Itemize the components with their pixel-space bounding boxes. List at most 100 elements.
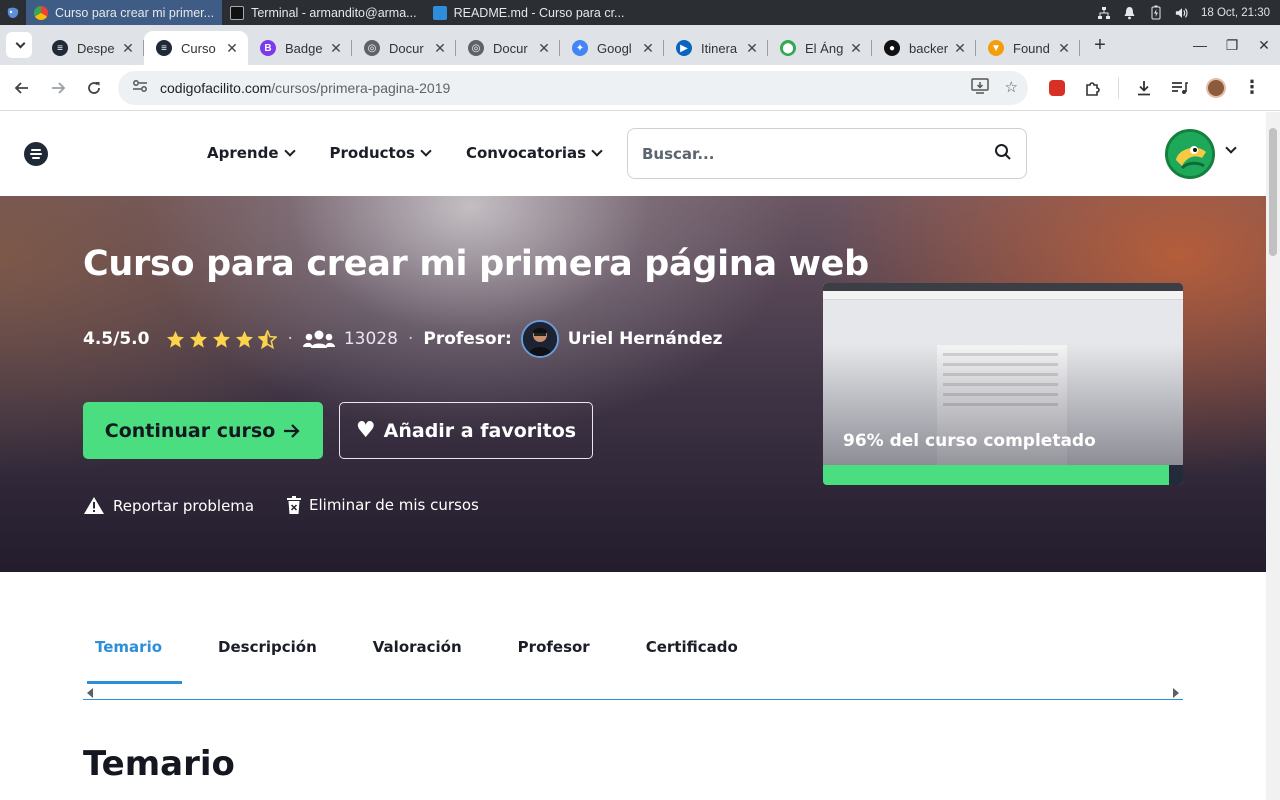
add-favorite-button[interactable]: ♥ Añadir a favoritos <box>339 402 593 459</box>
taskbar-item-terminal[interactable]: Terminal - armandito@arma... <box>222 0 425 25</box>
tab-descripcion[interactable]: Descripción <box>206 618 329 684</box>
close-window-icon[interactable]: ✕ <box>1248 37 1280 54</box>
close-tab-icon[interactable]: ✕ <box>536 40 552 57</box>
scroll-right-arrow-icon[interactable] <box>1173 688 1179 698</box>
close-tab-icon[interactable]: ✕ <box>432 40 448 57</box>
menu-item-label: Aprende <box>207 144 279 162</box>
browser-tab[interactable]: B Badge ✕ <box>248 31 352 65</box>
progress-bar-fill <box>823 465 1169 485</box>
close-tab-icon[interactable]: ✕ <box>744 40 760 57</box>
volume-icon[interactable] <box>1175 6 1189 20</box>
professor-name[interactable]: Uriel Hernández <box>568 329 723 349</box>
menu-item-productos[interactable]: Productos <box>330 144 432 162</box>
browser-toolbar: codigofacilito.com/cursos/primera-pagina… <box>0 65 1280 111</box>
network-icon[interactable] <box>1097 6 1111 20</box>
favicon-icon: ● <box>884 40 900 56</box>
battery-icon[interactable] <box>1149 5 1163 20</box>
browser-tab-label: El Áng <box>805 40 844 56</box>
close-tab-icon[interactable]: ✕ <box>640 40 656 57</box>
arrow-right-icon <box>284 423 300 438</box>
restore-icon[interactable]: ❐ <box>1216 37 1248 54</box>
scrollbar-thumb[interactable] <box>1269 128 1277 256</box>
tab-certificado[interactable]: Certificado <box>634 618 750 684</box>
back-arrow-icon[interactable] <box>4 70 40 106</box>
heart-icon: ♥ <box>355 417 376 443</box>
report-problem-link[interactable]: Reportar problema <box>83 496 254 515</box>
browser-tab-label: Googl <box>597 40 632 56</box>
taskbar-item-label: README.md - Curso para cr... <box>453 5 625 20</box>
install-app-icon[interactable] <box>970 77 989 98</box>
bookmark-star-icon[interactable]: ☆ <box>1005 78 1018 98</box>
chevron-down-icon <box>591 145 603 157</box>
browser-tab[interactable]: ◎ Docur ✕ <box>352 31 456 65</box>
close-tab-icon[interactable]: ✕ <box>224 40 240 57</box>
taskbar-item-label: Terminal - armandito@arma... <box>251 5 417 20</box>
menu-item-aprende[interactable]: Aprende <box>207 144 296 162</box>
browser-tab[interactable]: ▼ Found ✕ <box>976 31 1080 65</box>
professor-avatar[interactable] <box>520 320 559 358</box>
continue-course-button[interactable]: Continuar curso <box>83 402 323 459</box>
start-menu-icon[interactable] <box>0 0 26 25</box>
browser-tab[interactable]: ▶ Itinera ✕ <box>664 31 768 65</box>
browser-tab[interactable]: ◎ Docur ✕ <box>456 31 560 65</box>
browser-tab-label: Docur <box>493 40 528 56</box>
tab-valoracion[interactable]: Valoración <box>361 618 474 684</box>
close-tab-icon[interactable]: ✕ <box>848 40 864 57</box>
students-icon <box>302 329 335 349</box>
menu-item-convocatorias[interactable]: Convocatorias <box>465 144 603 162</box>
browser-menu-icon[interactable]: ⋮ <box>1241 77 1263 99</box>
profile-avatar[interactable] <box>1205 77 1227 99</box>
chevron-down-icon <box>420 145 432 157</box>
tab-temario[interactable]: Temario <box>83 618 183 684</box>
minimize-icon[interactable]: — <box>1184 37 1216 54</box>
site-info-icon[interactable] <box>132 79 148 96</box>
address-bar[interactable]: codigofacilito.com/cursos/primera-pagina… <box>118 70 1028 105</box>
tabs-scrollbar[interactable] <box>83 684 1183 700</box>
separator-dot: · <box>407 329 414 349</box>
system-tray: 18 Oct, 21:30 <box>1097 5 1280 20</box>
browser-tab-label: Badge <box>285 40 323 56</box>
download-icon[interactable] <box>1133 77 1155 99</box>
taskbar-item-browser[interactable]: Curso para crear mi primer... <box>26 0 223 25</box>
tab-search-chevron-icon[interactable] <box>6 32 32 58</box>
media-controls-icon[interactable] <box>1169 77 1191 99</box>
favicon-icon: ✦ <box>572 40 588 56</box>
close-tab-icon[interactable]: ✕ <box>328 40 344 57</box>
trash-icon <box>287 496 301 514</box>
professor-label: Profesor: <box>423 329 512 349</box>
menu-item-label: Convocatorias <box>465 144 587 162</box>
close-tab-icon[interactable]: ✕ <box>952 40 968 57</box>
course-rating: 4.5/5.0 <box>83 329 150 349</box>
browser-tab[interactable]: ✦ Googl ✕ <box>560 31 664 65</box>
notification-bell-icon[interactable] <box>1123 6 1137 20</box>
reload-icon[interactable] <box>76 70 112 106</box>
separator-dot: · <box>287 329 293 349</box>
new-tab-plus-icon[interactable]: + <box>1084 34 1116 57</box>
remove-course-link[interactable]: Eliminar de mis cursos <box>287 496 479 514</box>
page-scrollbar[interactable] <box>1266 112 1280 800</box>
system-clock[interactable]: 18 Oct, 21:30 <box>1201 7 1270 19</box>
browser-tab[interactable]: ≡ Curso ✕ <box>144 31 248 65</box>
scroll-left-arrow-icon[interactable] <box>87 688 93 698</box>
report-problem-label: Reportar problema <box>113 496 255 515</box>
star-full-icon <box>189 330 208 349</box>
user-menu-chevron-icon[interactable] <box>1225 142 1237 154</box>
browser-tab[interactable]: ● backer ✕ <box>872 31 976 65</box>
taskbar-item-vscode[interactable]: README.md - Curso para cr... <box>425 0 633 25</box>
extensions-area: ⋮ <box>1046 76 1263 99</box>
chevron-down-icon <box>283 145 296 157</box>
close-tab-icon[interactable]: ✕ <box>1056 40 1072 57</box>
search-icon[interactable] <box>994 143 1012 165</box>
browser-tab[interactable]: ≡ Despe ✕ <box>40 31 144 65</box>
extensions-puzzle-icon[interactable] <box>1082 77 1104 99</box>
user-avatar[interactable] <box>1165 129 1215 179</box>
forward-arrow-icon[interactable] <box>40 70 76 106</box>
tab-profesor[interactable]: Profesor <box>506 618 602 684</box>
extension-red-icon[interactable] <box>1046 77 1068 99</box>
close-tab-icon[interactable]: ✕ <box>120 40 136 57</box>
course-preview-card[interactable]: 96% del curso completado <box>823 283 1183 485</box>
vscode-icon <box>432 5 447 20</box>
browser-tab[interactable]: ⬤ El Áng ✕ <box>768 31 872 65</box>
codigofacilito-logo[interactable] <box>24 142 48 166</box>
search-input[interactable] <box>642 144 994 163</box>
